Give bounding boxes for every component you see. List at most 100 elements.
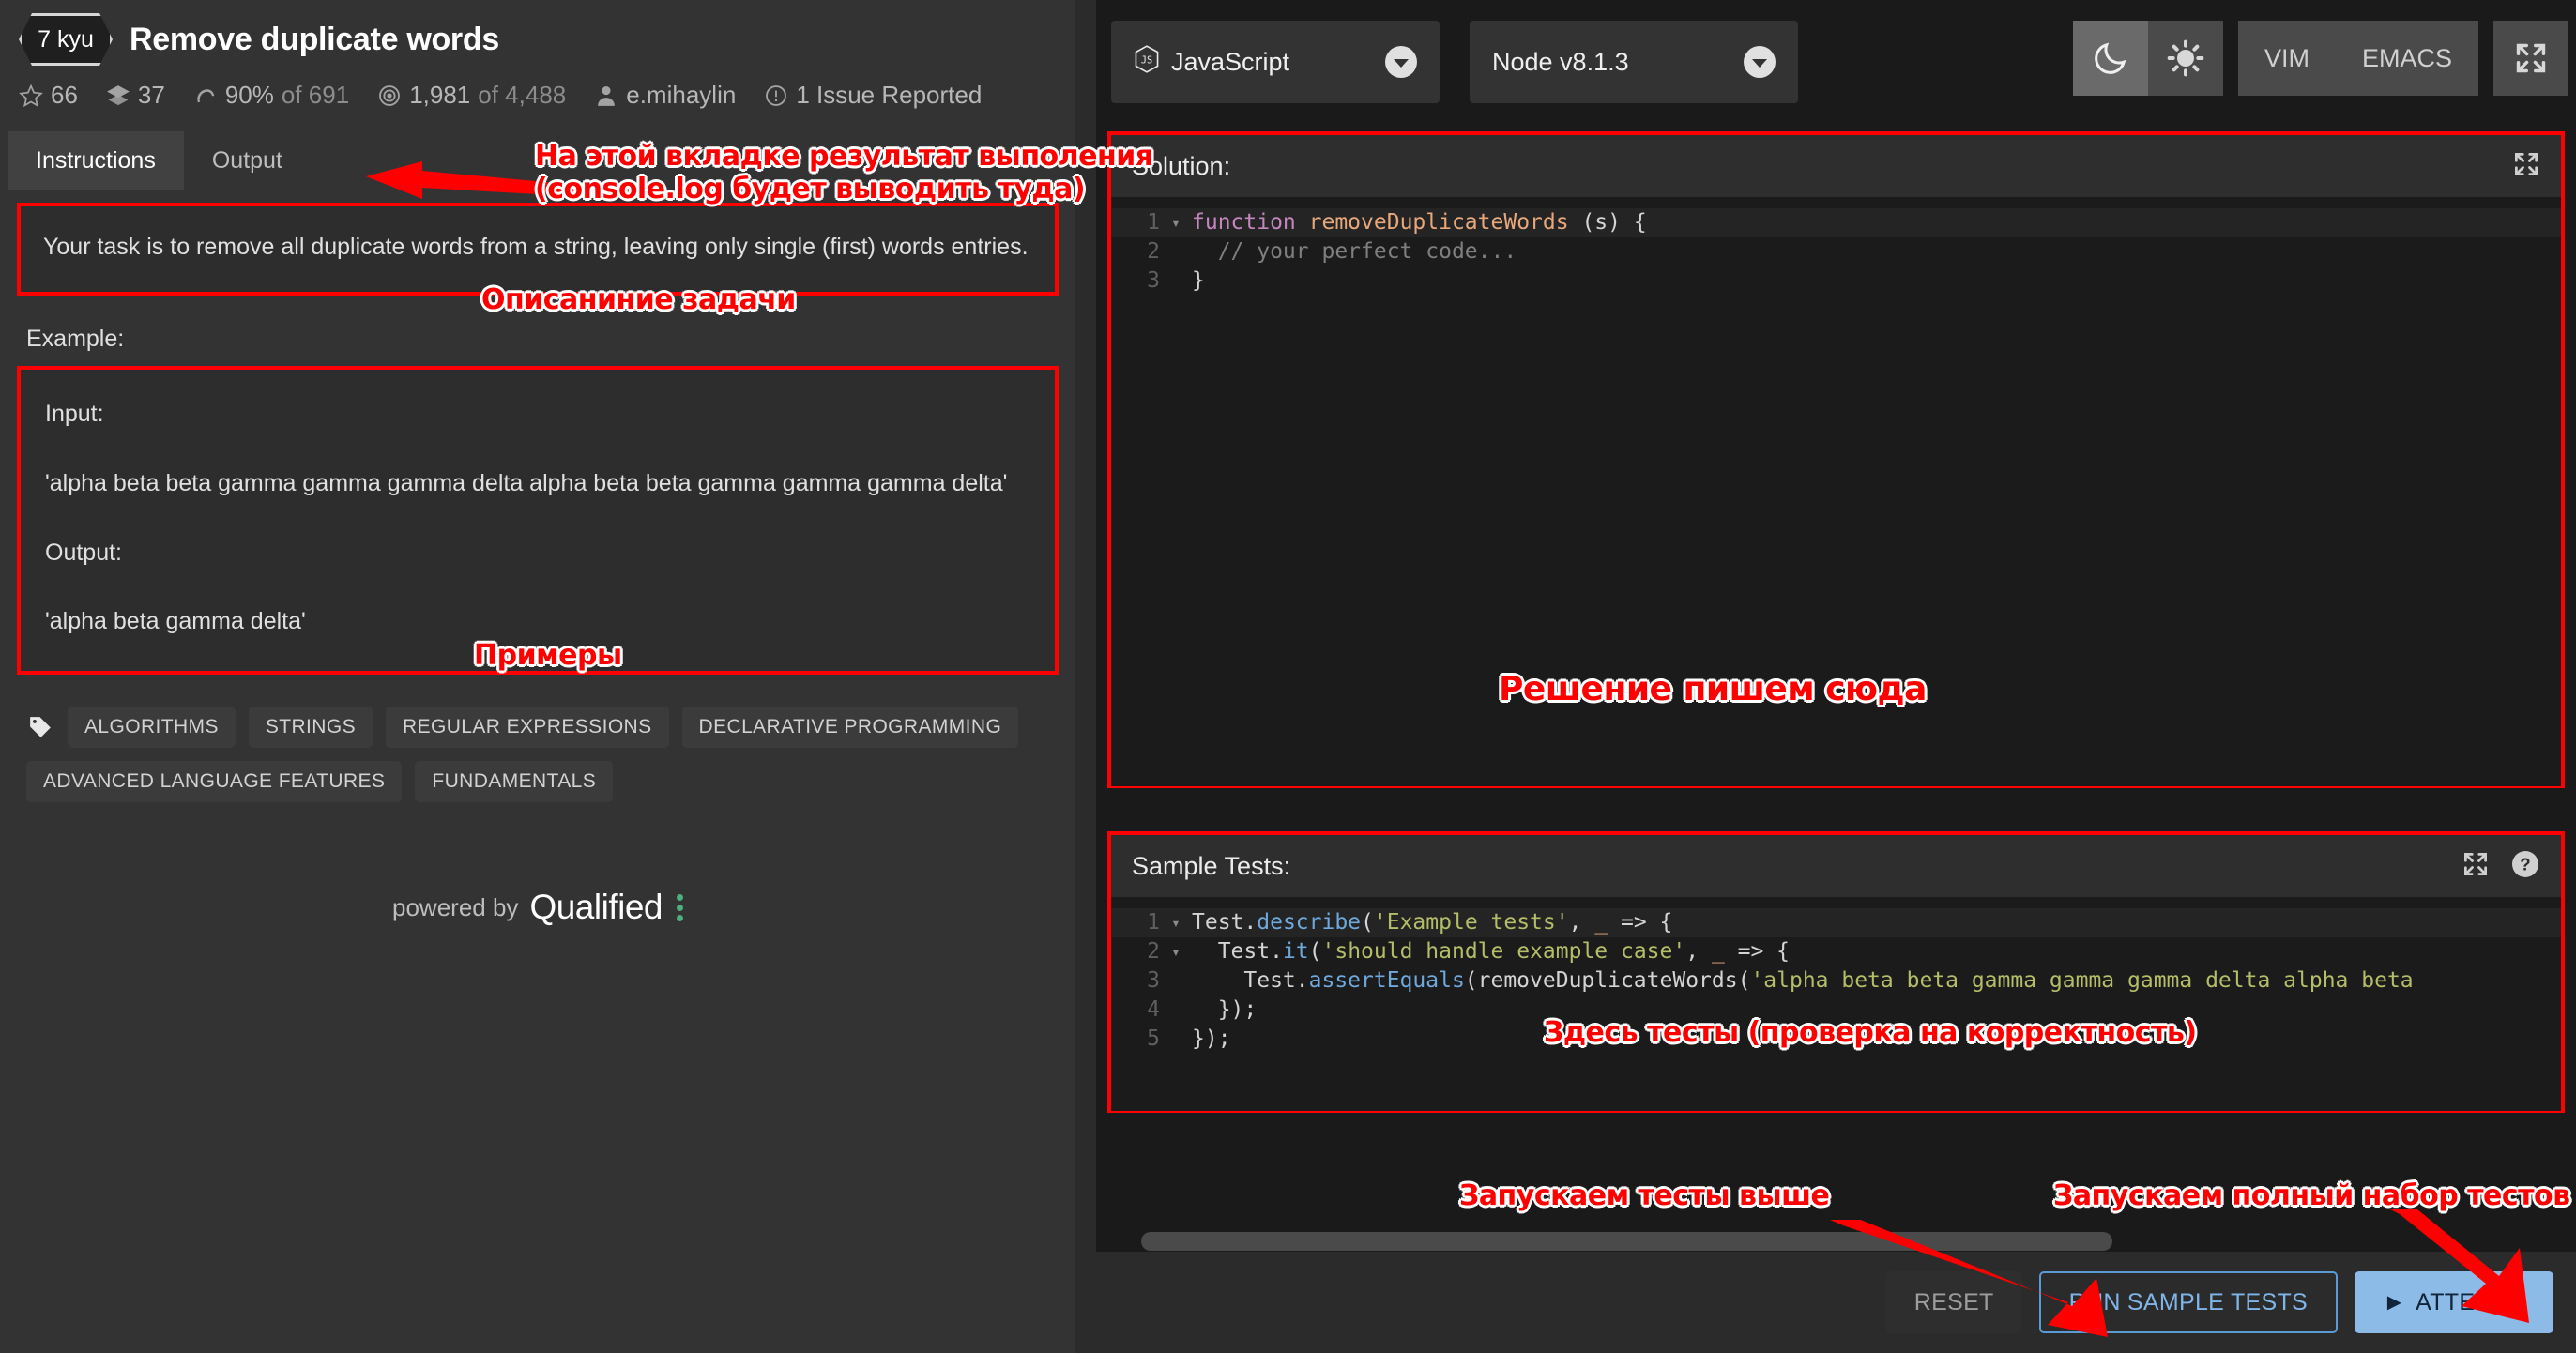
code-fold-arrow-icon[interactable]: ▾ [1166, 908, 1186, 937]
stat-stars[interactable]: 66 [19, 81, 78, 110]
attempt-button[interactable]: ► ATTEMPT [2355, 1271, 2553, 1333]
code-line: 2 ▾ Test.it('should handle example case',… [1111, 937, 2561, 966]
solution-title: Solution: [1132, 151, 1231, 180]
example-box: Input: 'alpha beta beta gamma gamma gamm… [17, 366, 1059, 675]
language-select[interactable]: JS JavaScript [1111, 21, 1440, 103]
run-sample-tests-button[interactable]: RUN SAMPLE TESTS [2038, 1271, 2339, 1333]
light-theme-button[interactable] [2147, 21, 2223, 96]
left-panel: 7 kyu Remove duplicate words 66 37 90% o… [0, 0, 1075, 1353]
stat-issues-value: 1 Issue Reported [796, 81, 983, 109]
kata-header: 7 kyu Remove duplicate words 66 37 90% o… [0, 0, 1075, 131]
fullscreen-button[interactable] [2493, 21, 2568, 96]
code-line: 1 ▾ function removeDuplicateWords (s) { [1111, 208, 2561, 237]
code-text: Test.describe('Example tests', _ => { [1192, 910, 1673, 935]
tab-output[interactable]: Output [184, 131, 311, 190]
tags-row: ALGORITHMS STRINGS REGULAR EXPRESSIONS D… [26, 707, 1021, 802]
vim-keybinding-button[interactable]: VIM [2238, 21, 2336, 96]
right-panel: JS JavaScript Node v8.1.3 VIM EMACS Solu… [1096, 0, 2576, 1353]
code-line: 3 Test.assertEquals(removeDuplicateWords… [1111, 966, 2561, 996]
language-select-value: JavaScript [1171, 47, 1290, 76]
line-number: 3 [1147, 268, 1160, 293]
svg-text:?: ? [2520, 854, 2530, 874]
kata-title-row: 7 kyu Remove duplicate words [19, 13, 1057, 66]
tag-icon [26, 713, 54, 741]
code-text: function removeDuplicateWords (s) { [1192, 210, 1647, 235]
solution-panel-icons [2512, 150, 2540, 183]
code-line: 4 }); [1111, 996, 2561, 1025]
stat-author[interactable]: e.mihaylin [594, 81, 736, 110]
task-description-text: Your task is to remove all duplicate wor… [43, 234, 1029, 260]
chevron-down-icon[interactable] [1385, 46, 1417, 78]
qualified-brand: Qualified [529, 888, 663, 926]
stat-completed-value: 1,981 [409, 81, 471, 109]
stat-satisfaction-of: of 691 [281, 81, 350, 109]
powered-by-footer: powered by Qualified [17, 888, 1059, 927]
chevron-down-icon[interactable] [1744, 46, 1776, 78]
keybinding-group: VIM EMACS [2237, 21, 2478, 96]
stat-author-name: e.mihaylin [626, 81, 737, 109]
example-input-label: Input: [45, 401, 104, 427]
line-number: 2 [1147, 239, 1160, 264]
code-line: 2 // your perfect code... [1111, 237, 2561, 266]
sample-tests-code-editor[interactable]: 1 ▾ Test.describe('Example tests', _ => {2… [1111, 897, 2561, 1111]
code-text: }); [1192, 997, 1258, 1022]
code-text: }); [1192, 1026, 1231, 1051]
reset-button[interactable]: RESET [1885, 1271, 2022, 1333]
left-tab-bar: Instructions Output [0, 131, 1075, 190]
stat-collections[interactable]: 37 [106, 81, 165, 110]
page-title: Remove duplicate words [130, 21, 499, 57]
svg-text:JS: JS [1141, 54, 1153, 66]
code-line: 5}); [1111, 1025, 2561, 1054]
star-icon [19, 84, 43, 108]
line-number: 3 [1147, 968, 1160, 993]
stat-completed: 1,981 of 4,488 [377, 81, 566, 110]
code-line: 1 ▾ Test.describe('Example tests', _ => { [1111, 908, 2561, 937]
runtime-select[interactable]: Node v8.1.3 [1470, 21, 1798, 103]
tests-horizontal-scrollbar[interactable] [1141, 1232, 2112, 1251]
instructions-body: Your task is to remove all duplicate wor… [0, 203, 1075, 927]
example-label: Example: [26, 326, 125, 352]
tag-chip[interactable]: STRINGS [248, 707, 373, 748]
expand-icon[interactable] [2512, 150, 2540, 183]
tab-instructions[interactable]: Instructions [8, 131, 184, 190]
stat-collections-value: 37 [137, 81, 165, 109]
kata-stats: 66 37 90% of 691 1,981 of 4,488 e.mihayl… [19, 81, 1057, 110]
code-fold-arrow-icon[interactable]: ▾ [1166, 208, 1186, 237]
line-number: 1 [1147, 910, 1160, 935]
tag-chip[interactable]: REGULAR EXPRESSIONS [386, 707, 669, 748]
solution-panel: Solution: 1 ▾ function removeDuplicateWord… [1107, 131, 2565, 788]
javascript-icon: JS [1134, 44, 1160, 80]
sample-tests-title: Sample Tests: [1132, 851, 1291, 880]
expand-icon[interactable] [2462, 850, 2490, 883]
code-fold-arrow-icon[interactable]: ▾ [1166, 937, 1186, 966]
play-icon: ► [2383, 1288, 2407, 1315]
stat-satisfaction: 90% of 691 [193, 81, 349, 110]
code-line: 3} [1111, 266, 2561, 296]
stat-issues[interactable]: 1 Issue Reported [764, 81, 982, 110]
kyu-badge: 7 kyu [19, 13, 113, 66]
example-output-label: Output: [45, 539, 122, 566]
attempt-button-label: ATTEMPT [2416, 1288, 2525, 1315]
tag-chip[interactable]: FUNDAMENTALS [415, 761, 614, 802]
tag-chip[interactable]: ADVANCED LANGUAGE FEATURES [26, 761, 403, 802]
issue-alert-icon [764, 84, 788, 108]
editor-settings-group: VIM EMACS [2072, 21, 2576, 96]
gauge-icon [193, 84, 218, 108]
help-icon[interactable]: ? [2510, 849, 2540, 884]
language-selectors: JS JavaScript Node v8.1.3 [1096, 21, 1798, 103]
tag-chip[interactable]: DECLARATIVE PROGRAMMING [681, 707, 1019, 748]
code-text: Test.it('should handle example case', _ … [1192, 939, 1791, 964]
stat-stars-value: 66 [51, 81, 78, 109]
example-output-value: 'alpha beta gamma delta' [45, 608, 306, 635]
dark-theme-button[interactable] [2072, 21, 2148, 96]
editor-toolbar: JS JavaScript Node v8.1.3 VIM EMACS [1096, 0, 2576, 122]
task-description-box: Your task is to remove all duplicate wor… [17, 203, 1059, 296]
code-text: // your perfect code... [1192, 239, 1517, 264]
line-number: 5 [1147, 1026, 1160, 1051]
solution-code-editor[interactable]: 1 ▾ function removeDuplicateWords (s) {2 /… [1111, 197, 2561, 786]
target-icon [377, 84, 402, 108]
tag-chip[interactable]: ALGORITHMS [68, 707, 236, 748]
code-text: Test.assertEquals(removeDuplicateWords('… [1192, 968, 2414, 993]
action-button-bar: RESET RUN SAMPLE TESTS ► ATTEMPT [1096, 1252, 2576, 1353]
emacs-keybinding-button[interactable]: EMACS [2336, 21, 2478, 96]
